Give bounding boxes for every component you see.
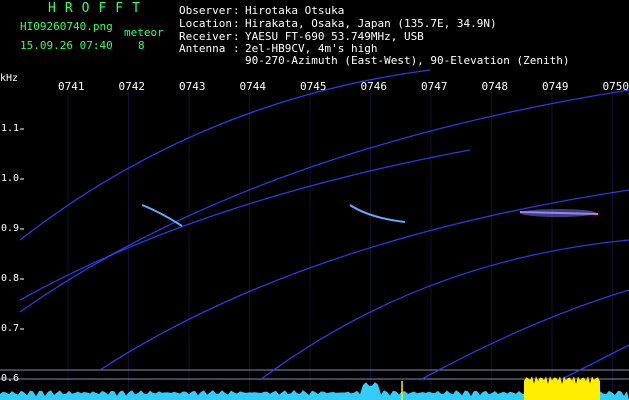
x-tick-label: 0741: [58, 80, 85, 93]
x-tick-label: 0742: [118, 80, 146, 93]
x-tick-label: 0745: [300, 80, 327, 93]
spectrogram-plot: [0, 69, 629, 400]
carrier-trace: [19, 89, 629, 313]
y-tick-label: 1.1: [1, 123, 20, 134]
x-tick-label: 0748: [481, 80, 509, 93]
carrier-trace: [99, 189, 629, 371]
y-tick-label: 1.0: [1, 173, 20, 184]
x-tick-label: 0747: [421, 80, 448, 93]
x-tick-label: 0746: [360, 80, 388, 93]
carrier-trace: [559, 344, 629, 381]
carrier-trace: [419, 289, 629, 381]
x-tick-label: 0743: [179, 80, 206, 93]
meteor-echo: [349, 204, 406, 223]
x-tick-label: 0744: [239, 80, 267, 93]
meteor-echo-glow: [520, 209, 596, 217]
carrier-trace: [19, 149, 471, 301]
x-tick-label: 0749: [542, 80, 569, 93]
x-tick-label: 0750: [602, 80, 629, 93]
spectrogram-window: HROFFT HI09260740.png 15.09.26 07:40 met…: [0, 0, 629, 400]
carrier-trace: [259, 239, 629, 381]
y-tick-label: 0.7: [1, 323, 20, 334]
meteor-echo: [141, 204, 183, 227]
y-tick-label: 0.8: [1, 273, 20, 284]
y-tick-label: 0.9: [1, 223, 20, 234]
y-tick-label: 0.6: [1, 373, 20, 384]
